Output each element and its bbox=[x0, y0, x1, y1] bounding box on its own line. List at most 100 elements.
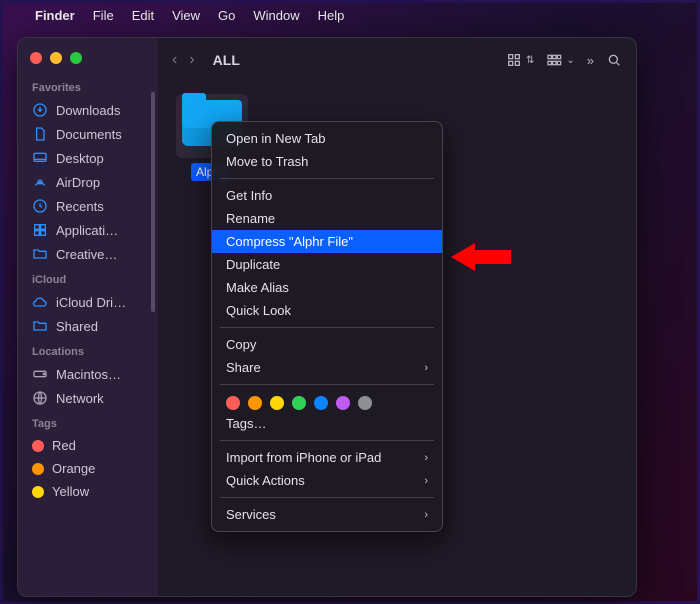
sidebar-section-icloud: iCloud bbox=[18, 266, 158, 290]
sidebar-item-macintosh-hd[interactable]: Macintos… bbox=[18, 362, 158, 386]
menu-tag-colors bbox=[212, 390, 442, 412]
window-controls bbox=[18, 48, 158, 74]
tag-color-green[interactable] bbox=[292, 396, 306, 410]
menu-import-iphone[interactable]: Import from iPhone or iPad › bbox=[212, 446, 442, 469]
menu-separator bbox=[220, 440, 434, 441]
toolbar-overflow-button[interactable]: » bbox=[587, 53, 594, 68]
tag-color-purple[interactable] bbox=[336, 396, 350, 410]
sidebar-item-label: Network bbox=[56, 391, 104, 406]
sidebar-item-icloud-drive[interactable]: iCloud Dri… bbox=[18, 290, 158, 314]
menu-window[interactable]: Window bbox=[253, 8, 299, 23]
window-title: ALL bbox=[213, 52, 240, 68]
menu-edit[interactable]: Edit bbox=[132, 8, 154, 23]
menu-item-label: Import from iPhone or iPad bbox=[226, 450, 381, 465]
chevron-right-icon: › bbox=[424, 475, 428, 487]
sidebar: Favorites Downloads Documents Desktop Ai… bbox=[18, 38, 158, 596]
annotation-arrow bbox=[451, 243, 511, 271]
sidebar-item-label: Applicati… bbox=[56, 223, 118, 238]
applications-icon bbox=[32, 222, 48, 238]
cloud-icon bbox=[32, 294, 48, 310]
sidebar-item-label: AirDrop bbox=[56, 175, 100, 190]
sidebar-item-creative[interactable]: Creative… bbox=[18, 242, 158, 266]
menu-item-label: Rename bbox=[226, 211, 275, 226]
context-menu: Open in New Tab Move to Trash Get Info R… bbox=[211, 121, 443, 532]
menu-tags[interactable]: Tags… bbox=[212, 412, 442, 435]
shared-folder-icon bbox=[32, 318, 48, 334]
close-window-icon[interactable] bbox=[30, 52, 42, 64]
sidebar-item-documents[interactable]: Documents bbox=[18, 122, 158, 146]
airdrop-icon bbox=[32, 174, 48, 190]
tag-color-orange[interactable] bbox=[248, 396, 262, 410]
menu-file[interactable]: File bbox=[93, 8, 114, 23]
view-icons-button[interactable]: ⇅ bbox=[506, 52, 534, 68]
menu-item-label: Services bbox=[226, 507, 276, 522]
globe-icon bbox=[32, 390, 48, 406]
menu-get-info[interactable]: Get Info bbox=[212, 184, 442, 207]
back-button[interactable]: ‹ bbox=[172, 51, 177, 69]
sidebar-item-airdrop[interactable]: AirDrop bbox=[18, 170, 158, 194]
menu-item-label: Open in New Tab bbox=[226, 131, 326, 146]
sidebar-item-downloads[interactable]: Downloads bbox=[18, 98, 158, 122]
arrow-body bbox=[475, 250, 511, 264]
tag-color-gray[interactable] bbox=[358, 396, 372, 410]
menu-compress[interactable]: Compress "Alphr File" bbox=[212, 230, 442, 253]
sidebar-tag-yellow[interactable]: Yellow bbox=[18, 480, 158, 503]
disk-icon bbox=[32, 366, 48, 382]
sidebar-item-label: Desktop bbox=[56, 151, 104, 166]
menubar-app-name[interactable]: Finder bbox=[35, 8, 75, 23]
menu-open-new-tab[interactable]: Open in New Tab bbox=[212, 127, 442, 150]
menu-item-label: Share bbox=[226, 360, 261, 375]
menu-services[interactable]: Services › bbox=[212, 503, 442, 526]
menu-go[interactable]: Go bbox=[218, 8, 235, 23]
arrow-head-icon bbox=[451, 243, 475, 271]
menu-item-label: Move to Trash bbox=[226, 154, 308, 169]
minimize-window-icon[interactable] bbox=[50, 52, 62, 64]
menu-share[interactable]: Share › bbox=[212, 356, 442, 379]
group-by-button[interactable]: ⌄ bbox=[546, 52, 574, 68]
forward-button[interactable]: › bbox=[189, 51, 194, 69]
sidebar-item-recents[interactable]: Recents bbox=[18, 194, 158, 218]
sidebar-item-network[interactable]: Network bbox=[18, 386, 158, 410]
sidebar-tag-red[interactable]: Red bbox=[18, 434, 158, 457]
tag-dot-icon bbox=[32, 440, 44, 452]
folder-icon bbox=[32, 246, 48, 262]
menu-quick-look[interactable]: Quick Look bbox=[212, 299, 442, 322]
menu-separator bbox=[220, 178, 434, 179]
sidebar-item-desktop[interactable]: Desktop bbox=[18, 146, 158, 170]
menu-make-alias[interactable]: Make Alias bbox=[212, 276, 442, 299]
sidebar-item-applications[interactable]: Applicati… bbox=[18, 218, 158, 242]
menu-view[interactable]: View bbox=[172, 8, 200, 23]
menu-item-label: Quick Actions bbox=[226, 473, 305, 488]
menu-move-to-trash[interactable]: Move to Trash bbox=[212, 150, 442, 173]
menu-copy[interactable]: Copy bbox=[212, 333, 442, 356]
toolbar: ‹ › ALL ⇅ ⌄ » bbox=[158, 38, 636, 82]
chevron-right-icon: › bbox=[424, 362, 428, 374]
sidebar-section-favorites: Favorites bbox=[18, 74, 158, 98]
chevron-right-icon: › bbox=[424, 509, 428, 521]
sidebar-section-tags: Tags bbox=[18, 410, 158, 434]
sidebar-tag-orange[interactable]: Orange bbox=[18, 457, 158, 480]
menu-item-label: Tags… bbox=[226, 416, 266, 431]
menu-quick-actions[interactable]: Quick Actions › bbox=[212, 469, 442, 492]
menu-help[interactable]: Help bbox=[318, 8, 345, 23]
chevron-updown-icon: ⇅ bbox=[526, 55, 534, 66]
download-icon bbox=[32, 102, 48, 118]
menu-duplicate[interactable]: Duplicate bbox=[212, 253, 442, 276]
menu-rename[interactable]: Rename bbox=[212, 207, 442, 230]
menu-item-label: Quick Look bbox=[226, 303, 291, 318]
search-button[interactable] bbox=[606, 52, 622, 68]
sidebar-item-label: Red bbox=[52, 438, 76, 453]
sidebar-item-label: Documents bbox=[56, 127, 122, 142]
tag-dot-icon bbox=[32, 486, 44, 498]
tag-color-red[interactable] bbox=[226, 396, 240, 410]
menubar: Finder File Edit View Go Window Help bbox=[3, 3, 697, 27]
tag-color-yellow[interactable] bbox=[270, 396, 284, 410]
chevron-right-icon: › bbox=[424, 452, 428, 464]
tag-color-blue[interactable] bbox=[314, 396, 328, 410]
clock-icon bbox=[32, 198, 48, 214]
menu-item-label: Copy bbox=[226, 337, 256, 352]
menu-item-label: Compress "Alphr File" bbox=[226, 234, 353, 249]
desktop-icon bbox=[32, 150, 48, 166]
fullscreen-window-icon[interactable] bbox=[70, 52, 82, 64]
sidebar-item-shared[interactable]: Shared bbox=[18, 314, 158, 338]
